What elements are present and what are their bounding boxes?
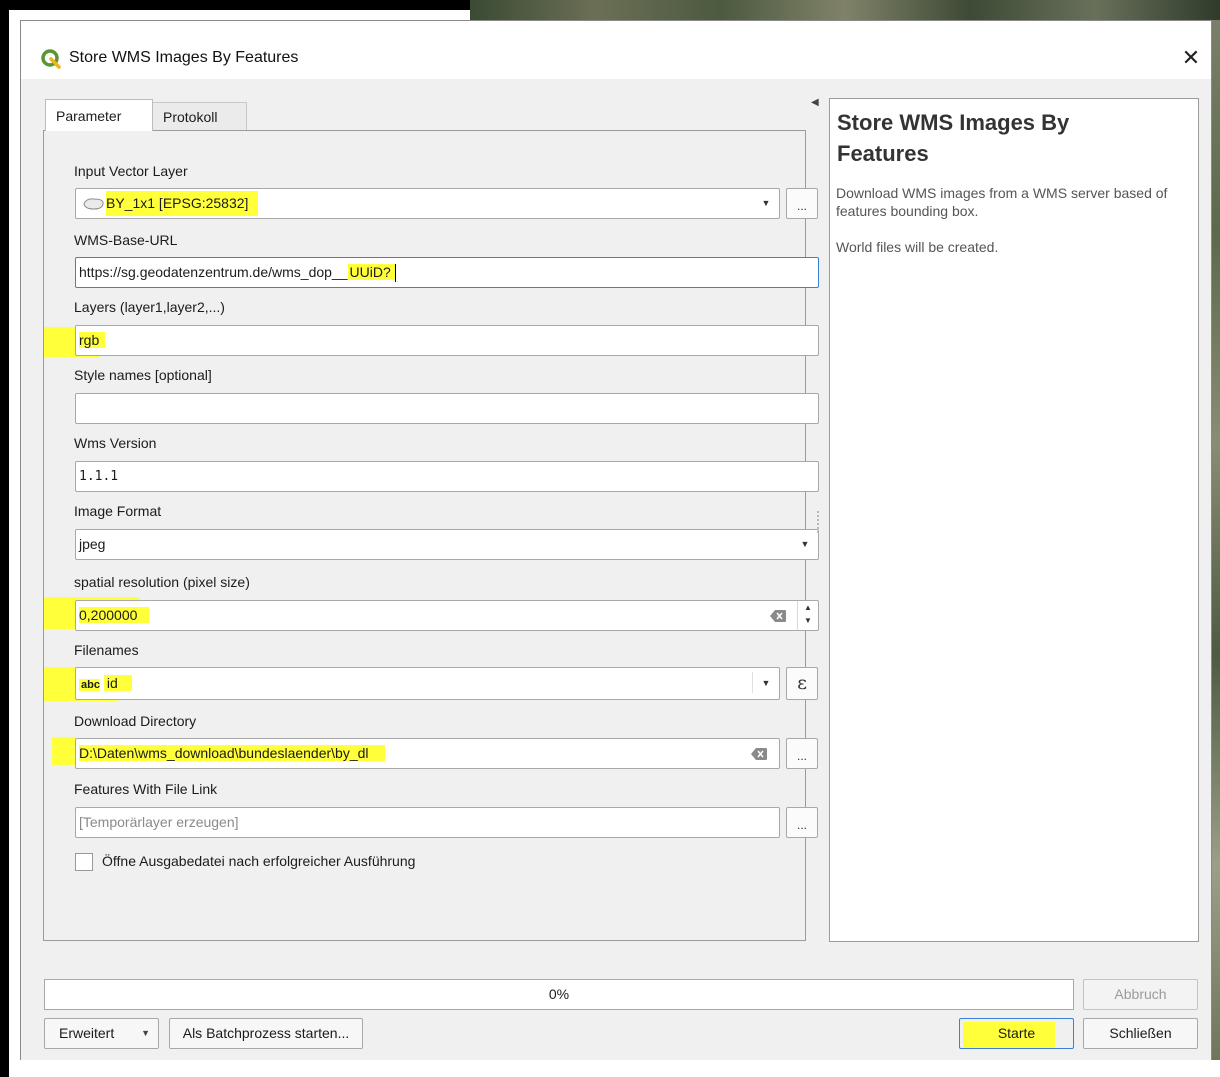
- title-bar: Store WMS Images By Features ✕: [21, 21, 1211, 79]
- help-panel: Store WMS Images By Features Download WM…: [829, 98, 1199, 942]
- input-vector-layer-combo[interactable]: BY_1x1 [EPSG:25832] ▼: [75, 188, 780, 219]
- wms-base-url-value: https://sg.geodatenzentrum.de/wms_dop__: [79, 264, 348, 280]
- polygon-layer-icon: [83, 198, 104, 210]
- open-output-checkbox[interactable]: [75, 853, 93, 871]
- chevron-down-icon[interactable]: ▼: [792, 530, 818, 559]
- tab-parameter[interactable]: Parameter: [45, 99, 153, 131]
- input-vector-layer-browse-button[interactable]: ...: [786, 188, 818, 219]
- text-cursor: [394, 264, 396, 283]
- image-format-combo[interactable]: jpeg ▼: [75, 529, 819, 560]
- spin-arrows-icon[interactable]: ▲ ▼: [797, 601, 818, 630]
- run-button[interactable]: Starte: [959, 1018, 1074, 1049]
- wms-base-url-suffix: UUiD?: [347, 264, 395, 280]
- spatial-resolution-label: spatial resolution (pixel size): [74, 574, 250, 590]
- collapse-help-arrow-icon[interactable]: ◀: [811, 97, 819, 108]
- input-vector-layer-value: BY_1x1 [EPSG:25832]: [106, 191, 259, 216]
- help-note: World files will be created.: [836, 239, 999, 255]
- close-button[interactable]: Schließen: [1083, 1018, 1198, 1049]
- features-with-file-link-input[interactable]: [Temporärlayer erzeugen]: [75, 807, 780, 838]
- features-with-file-link-browse-button[interactable]: ...: [786, 807, 818, 838]
- style-names-label: Style names [optional]: [74, 367, 212, 383]
- download-directory-value: D:\Daten\wms_download\bundeslaender\by_d…: [79, 745, 385, 761]
- parameters-panel: Input Vector Layer BY_1x1 [EPSG:25832] ▼…: [43, 130, 819, 941]
- qgis-logo-icon: [41, 49, 61, 69]
- string-field-icon: abc: [79, 679, 100, 691]
- download-directory-input[interactable]: D:\Daten\wms_download\bundeslaender\by_d…: [75, 738, 780, 769]
- advanced-button[interactable]: Erweitert ▼: [44, 1018, 159, 1049]
- layers-value: rgb: [79, 332, 106, 348]
- abort-button[interactable]: Abbruch: [1083, 979, 1198, 1010]
- highlight-mark: [52, 737, 76, 765]
- input-vector-layer-label: Input Vector Layer: [74, 163, 188, 179]
- filenames-label: Filenames: [74, 642, 139, 658]
- features-with-file-link-label: Features With File Link: [74, 781, 218, 797]
- processing-dialog: Store WMS Images By Features ✕ Parameter…: [20, 20, 1212, 1064]
- image-format-label: Image Format: [74, 503, 162, 519]
- background-satellite-edge: [1212, 20, 1220, 1077]
- chevron-down-icon[interactable]: ▼: [753, 668, 779, 699]
- wms-version-label: Wms Version: [74, 435, 157, 451]
- chevron-down-icon[interactable]: ▼: [753, 189, 779, 218]
- progress-bar: 0%: [44, 979, 1074, 1010]
- layers-input[interactable]: rgb: [75, 325, 819, 356]
- spatial-resolution-value: 0,200000: [79, 607, 150, 623]
- wms-version-input[interactable]: 1.1.1: [75, 461, 819, 492]
- chevron-down-icon: ▼: [141, 1028, 150, 1038]
- layers-label: Layers (layer1,layer2,...): [74, 299, 225, 315]
- window-title: Store WMS Images By Features: [69, 49, 299, 66]
- batch-process-button[interactable]: Als Batchprozess starten...: [169, 1018, 363, 1049]
- filenames-field-combo[interactable]: abc id ▼: [75, 667, 780, 700]
- spatial-resolution-spinbox[interactable]: 0,200000 ▲ ▼: [75, 600, 819, 631]
- background-edge: [0, 0, 9, 1077]
- clear-icon[interactable]: [770, 610, 786, 622]
- clear-icon[interactable]: [751, 748, 767, 760]
- help-description: Download WMS images from a WMS server ba…: [836, 185, 1168, 219]
- filenames-value: id: [103, 675, 132, 691]
- download-directory-label: Download Directory: [74, 713, 197, 729]
- background-bottom: [9, 1060, 1220, 1077]
- close-icon[interactable]: ✕: [1171, 41, 1211, 75]
- download-directory-browse-button[interactable]: ...: [786, 738, 818, 769]
- wms-base-url-label: WMS-Base-URL: [74, 232, 178, 248]
- image-format-value: jpeg: [79, 536, 106, 552]
- tab-protokoll[interactable]: Protokoll: [153, 102, 247, 131]
- expression-icon[interactable]: ε: [786, 667, 818, 700]
- wms-base-url-input[interactable]: https://sg.geodatenzentrum.de/wms_dop__ U…: [75, 257, 819, 288]
- style-names-input[interactable]: [75, 393, 819, 424]
- open-output-label[interactable]: Öffne Ausgabedatei nach erfolgreicher Au…: [102, 853, 415, 869]
- help-title: Store WMS Images By Features: [837, 110, 1070, 166]
- advanced-button-label: Erweitert: [59, 1025, 115, 1041]
- run-button-label: Starte: [991, 1025, 1042, 1041]
- splitter-handle[interactable]: [817, 511, 819, 535]
